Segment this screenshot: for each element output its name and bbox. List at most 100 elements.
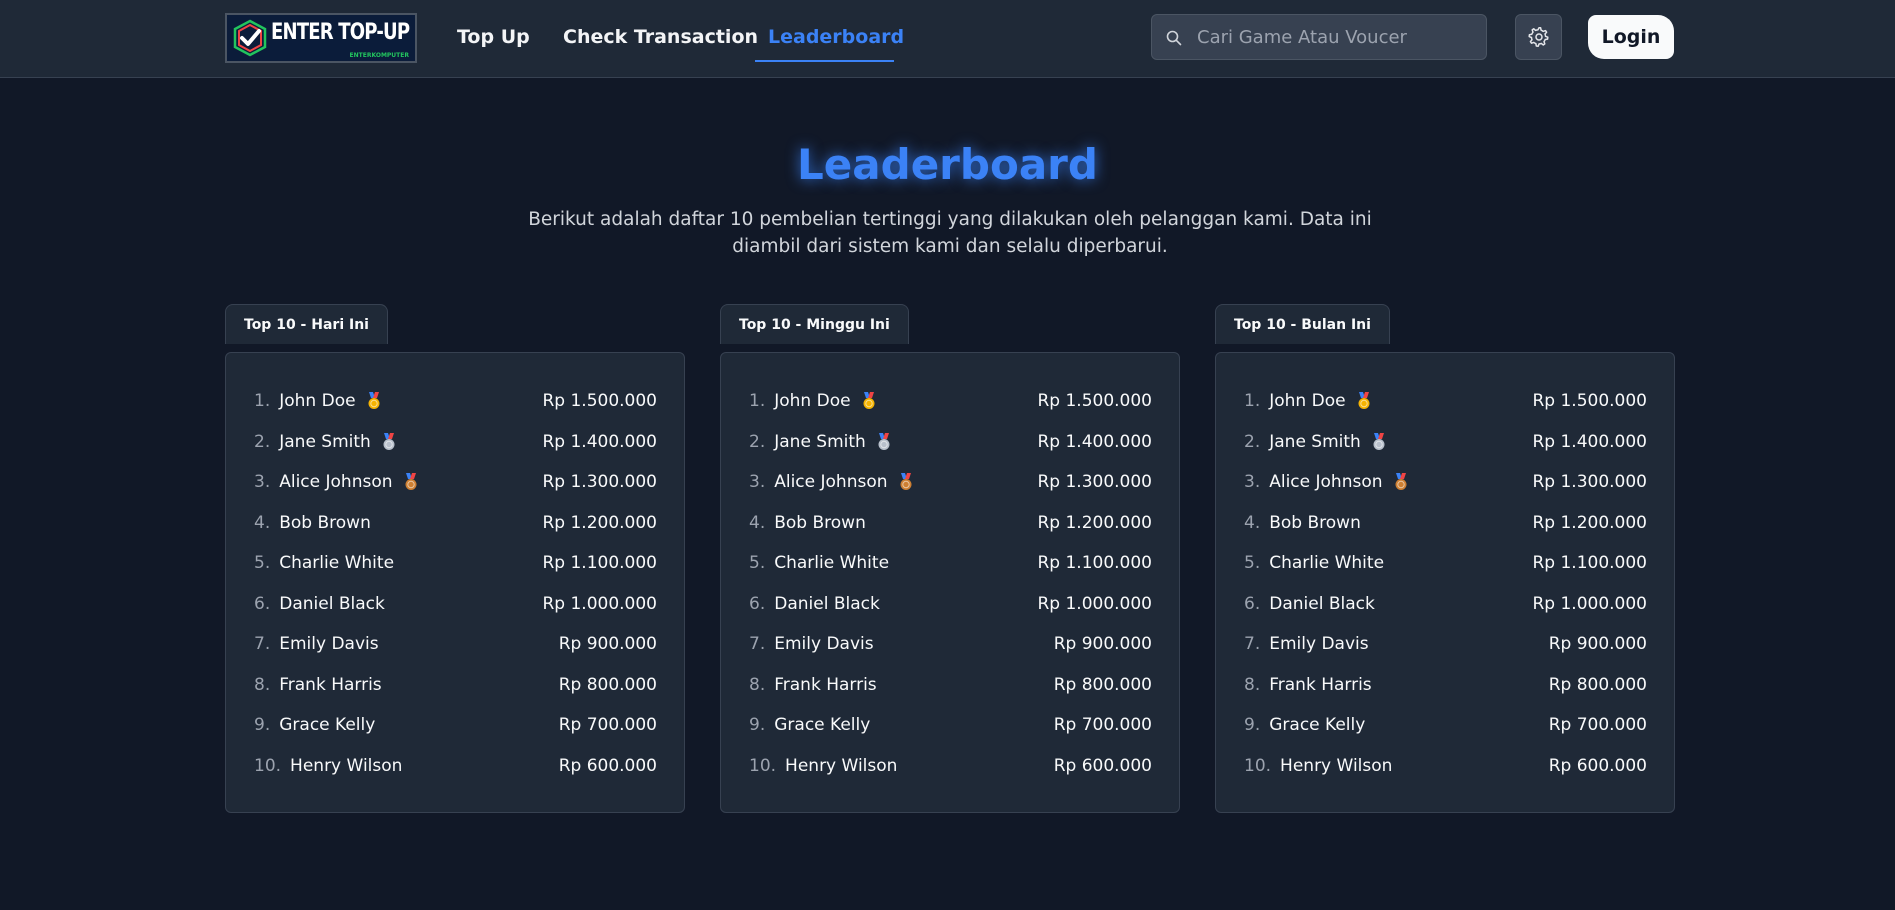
gold-medal-icon: [1356, 392, 1372, 410]
purchase-amount: Rp 1.400.000: [1532, 431, 1647, 452]
purchase-amount: Rp 1.500.000: [542, 391, 657, 412]
purchase-amount: Rp 1.200.000: [542, 512, 657, 533]
rank-number: 2.: [254, 431, 271, 452]
page-description: Berikut adalah daftar 10 pembelian terti…: [528, 209, 1372, 257]
customer-name: Emily Davis: [279, 634, 379, 655]
leaderboard-tab: Top 10 - Minggu Ini: [720, 304, 909, 344]
list-item: 1. John Doe Rp 1.500.000: [749, 381, 1152, 422]
customer-name: Alice Johnson: [279, 472, 393, 493]
list-item: 4. Bob Brown Rp 1.200.000: [1244, 503, 1647, 544]
list-item: 5. Charlie White Rp 1.100.000: [254, 543, 657, 584]
search-icon: [1166, 30, 1182, 46]
list-item: 3. Alice Johnson Rp 1.300.000: [1244, 462, 1647, 503]
customer-name: Emily Davis: [774, 634, 874, 655]
purchase-amount: Rp 1.400.000: [542, 431, 657, 452]
silver-medal-icon: [381, 432, 397, 451]
gold-medal-icon: [366, 392, 382, 410]
purchase-amount: Rp 800.000: [1053, 674, 1152, 695]
rank-number: 9.: [749, 715, 766, 736]
rank-number: 9.: [254, 715, 271, 736]
search-box[interactable]: [1151, 14, 1487, 60]
list-item: 9. Grace Kelly Rp 700.000: [1244, 705, 1647, 746]
customer-name: Alice Johnson: [774, 472, 888, 493]
rank-number: 5.: [1244, 553, 1261, 574]
bronze-medal-icon: [403, 473, 419, 491]
customer-name: Bob Brown: [1269, 512, 1361, 533]
purchase-amount: Rp 1.200.000: [1037, 512, 1152, 533]
list-item: 2. Jane Smith Rp 1.400.000: [749, 422, 1152, 463]
rank-number: 6.: [749, 593, 766, 614]
purchase-amount: Rp 600.000: [1053, 755, 1152, 776]
list-item: 1. John Doe Rp 1.500.000: [254, 381, 657, 422]
leaderboard-bulan-ini: Top 10 - Bulan Ini 1. John Doe Rp 1.500.000…: [1215, 304, 1675, 814]
leaderboard-list: 1. John Doe Rp 1.500.000 2. Jane Smith Rp 1.4…: [1244, 381, 1647, 786]
list-item: 2. Jane Smith Rp 1.400.000: [1244, 422, 1647, 463]
purchase-amount: Rp 1.100.000: [1532, 553, 1647, 574]
customer-name: Charlie White: [279, 553, 395, 574]
rank-number: 2.: [749, 431, 766, 452]
rank-number: 1.: [254, 391, 271, 412]
leaderboard-hari-ini: Top 10 - Hari Ini 1. John Doe Rp 1.500.000 2…: [225, 304, 685, 814]
customer-name: Alice Johnson: [1269, 472, 1383, 493]
purchase-amount: Rp 1.200.000: [1532, 512, 1647, 533]
list-item: 6. Daniel Black Rp 1.000.000: [749, 584, 1152, 625]
nav-leaderboard[interactable]: Leaderboard: [768, 26, 904, 48]
nav-active-indicator: [755, 60, 894, 62]
list-item: 1. John Doe Rp 1.500.000: [1244, 381, 1647, 422]
site-logo[interactable]: ENTER TOP-UP ENTERKOMPUTER: [225, 13, 417, 63]
leaderboard-list: 1. John Doe Rp 1.500.000 2. Jane Smith Rp 1.4…: [254, 381, 657, 786]
purchase-amount: Rp 1.300.000: [542, 472, 657, 493]
customer-name: Grace Kelly: [1269, 715, 1366, 736]
rank-number: 1.: [1244, 391, 1261, 412]
rank-number: 10.: [749, 755, 777, 776]
list-item: 5. Charlie White Rp 1.100.000: [1244, 543, 1647, 584]
list-item: 8. Frank Harris Rp 800.000: [1244, 665, 1647, 706]
silver-medal-icon: [1371, 432, 1387, 451]
purchase-amount: Rp 1.500.000: [1532, 391, 1647, 412]
customer-name: Grace Kelly: [774, 715, 871, 736]
settings-button[interactable]: [1515, 14, 1562, 60]
search-input[interactable]: [1197, 15, 1477, 59]
login-button[interactable]: Login: [1588, 15, 1674, 59]
rank-number: 8.: [254, 674, 271, 695]
rank-number: 6.: [1244, 593, 1261, 614]
list-item: 10. Henry Wilson Rp 600.000: [749, 746, 1152, 787]
list-item: 8. Frank Harris Rp 800.000: [254, 665, 657, 706]
bronze-medal-icon: [1393, 473, 1409, 491]
customer-name: Henry Wilson: [785, 755, 898, 776]
rank-number: 10.: [254, 755, 282, 776]
nav-top-up[interactable]: Top Up: [457, 26, 530, 48]
list-item: 8. Frank Harris Rp 800.000: [749, 665, 1152, 706]
logo-subtext: ENTERKOMPUTER: [349, 52, 409, 59]
purchase-amount: Rp 900.000: [1548, 634, 1647, 655]
list-item: 6. Daniel Black Rp 1.000.000: [254, 584, 657, 625]
purchase-amount: Rp 1.500.000: [1037, 391, 1152, 412]
purchase-amount: Rp 1.300.000: [1532, 472, 1647, 493]
customer-name: Frank Harris: [279, 674, 382, 695]
customer-name: Daniel Black: [279, 593, 385, 614]
customer-name: Frank Harris: [1269, 674, 1372, 695]
list-item: 2. Jane Smith Rp 1.400.000: [254, 422, 657, 463]
top-navbar: ENTER TOP-UP ENTERKOMPUTER Top Up Check …: [0, 0, 1895, 78]
list-item: 4. Bob Brown Rp 1.200.000: [749, 503, 1152, 544]
purchase-amount: Rp 1.000.000: [1532, 593, 1647, 614]
rank-number: 4.: [1244, 512, 1261, 533]
list-item: 7. Emily Davis Rp 900.000: [749, 624, 1152, 665]
purchase-amount: Rp 700.000: [1053, 715, 1152, 736]
customer-name: Emily Davis: [1269, 634, 1369, 655]
list-item: 10. Henry Wilson Rp 600.000: [1244, 746, 1647, 787]
customer-name: Bob Brown: [774, 512, 866, 533]
purchase-amount: Rp 600.000: [558, 755, 657, 776]
purchase-amount: Rp 800.000: [1548, 674, 1647, 695]
leaderboard-card: 1. John Doe Rp 1.500.000 2. Jane Smith Rp 1.4…: [720, 352, 1180, 813]
list-item: 3. Alice Johnson Rp 1.300.000: [254, 462, 657, 503]
customer-name: Charlie White: [774, 553, 890, 574]
rank-number: 7.: [749, 634, 766, 655]
leaderboard-tab: Top 10 - Hari Ini: [225, 304, 388, 344]
purchase-amount: Rp 700.000: [558, 715, 657, 736]
leaderboard-tab: Top 10 - Bulan Ini: [1215, 304, 1390, 344]
nav-check-transaction[interactable]: Check Transaction: [563, 26, 758, 48]
rank-number: 5.: [254, 553, 271, 574]
leaderboard-card: 1. John Doe Rp 1.500.000 2. Jane Smith Rp 1.4…: [1215, 352, 1675, 813]
rank-number: 3.: [254, 472, 271, 493]
